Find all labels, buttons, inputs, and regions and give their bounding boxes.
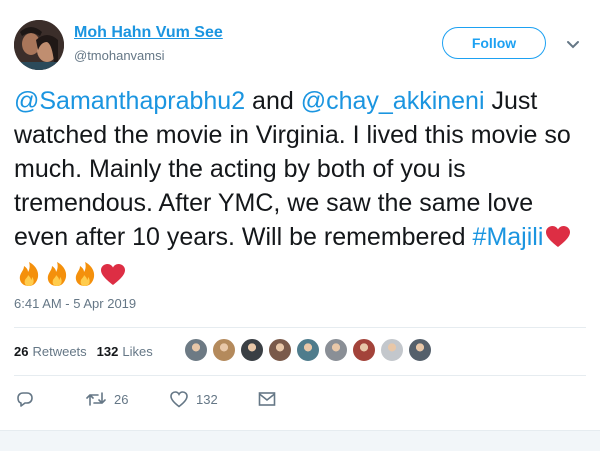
user-handle[interactable]: @tmohanvamsi — [74, 48, 165, 63]
red-heart-icon — [545, 224, 571, 258]
likes-stat[interactable]: 132 Likes — [97, 344, 153, 359]
engagement-stats: 26 Retweets 132 Likes — [14, 335, 163, 367]
user-avatar[interactable] — [14, 20, 64, 70]
tweet-card: Moh Hahn Vum See @tmohanvamsi Follow @Sa… — [0, 0, 600, 430]
retweet-button[interactable]: 26 — [86, 390, 170, 408]
liker-avatar[interactable] — [212, 338, 236, 362]
user-display-name[interactable]: Moh Hahn Vum See — [74, 24, 223, 42]
liker-avatar[interactable] — [184, 338, 208, 362]
reply-button[interactable] — [16, 390, 86, 408]
tweet-text: @Samanthaprabhu2 and @chay_akkineni Just… — [14, 84, 594, 296]
follow-button[interactable]: Follow — [442, 27, 546, 59]
retweets-label: Retweets — [32, 343, 87, 359]
fire-icon — [72, 261, 98, 296]
liker-avatar[interactable] — [352, 338, 376, 362]
like-count: 132 — [196, 391, 218, 407]
fire-icon — [44, 261, 70, 296]
divider — [14, 327, 586, 328]
liker-avatars — [184, 338, 436, 362]
tweet-text-and: and — [245, 87, 301, 115]
mention-link[interactable]: @chay_akkineni — [301, 87, 485, 115]
bottom-bar — [0, 430, 600, 451]
red-heart-icon — [100, 262, 126, 296]
liker-avatar[interactable] — [240, 338, 264, 362]
chevron-down-icon[interactable] — [564, 36, 582, 54]
retweets-count: 26 — [14, 343, 29, 359]
direct-message-button[interactable] — [258, 391, 276, 407]
hashtag-link[interactable]: #Majili — [473, 223, 544, 251]
envelope-icon — [258, 391, 276, 407]
like-button[interactable]: 132 — [170, 390, 258, 408]
likes-count: 132 — [96, 343, 119, 359]
fire-icon — [16, 261, 42, 296]
likes-label: Likes — [122, 343, 153, 359]
reply-icon — [16, 390, 34, 408]
retweets-stat[interactable]: 26 Retweets — [14, 344, 87, 359]
liker-avatar[interactable] — [380, 338, 404, 362]
retweet-icon — [86, 390, 106, 408]
liker-avatar[interactable] — [408, 338, 432, 362]
heart-icon — [170, 390, 188, 408]
retweet-count: 26 — [114, 391, 129, 407]
mention-link[interactable]: @Samanthaprabhu2 — [14, 87, 245, 115]
liker-avatar[interactable] — [296, 338, 320, 362]
liker-avatar[interactable] — [324, 338, 348, 362]
tweet-timestamp[interactable]: 6:41 AM - 5 Apr 2019 — [14, 296, 136, 311]
liker-avatar[interactable] — [268, 338, 292, 362]
divider — [14, 375, 586, 376]
tweet-actions: 26 132 — [16, 388, 276, 410]
